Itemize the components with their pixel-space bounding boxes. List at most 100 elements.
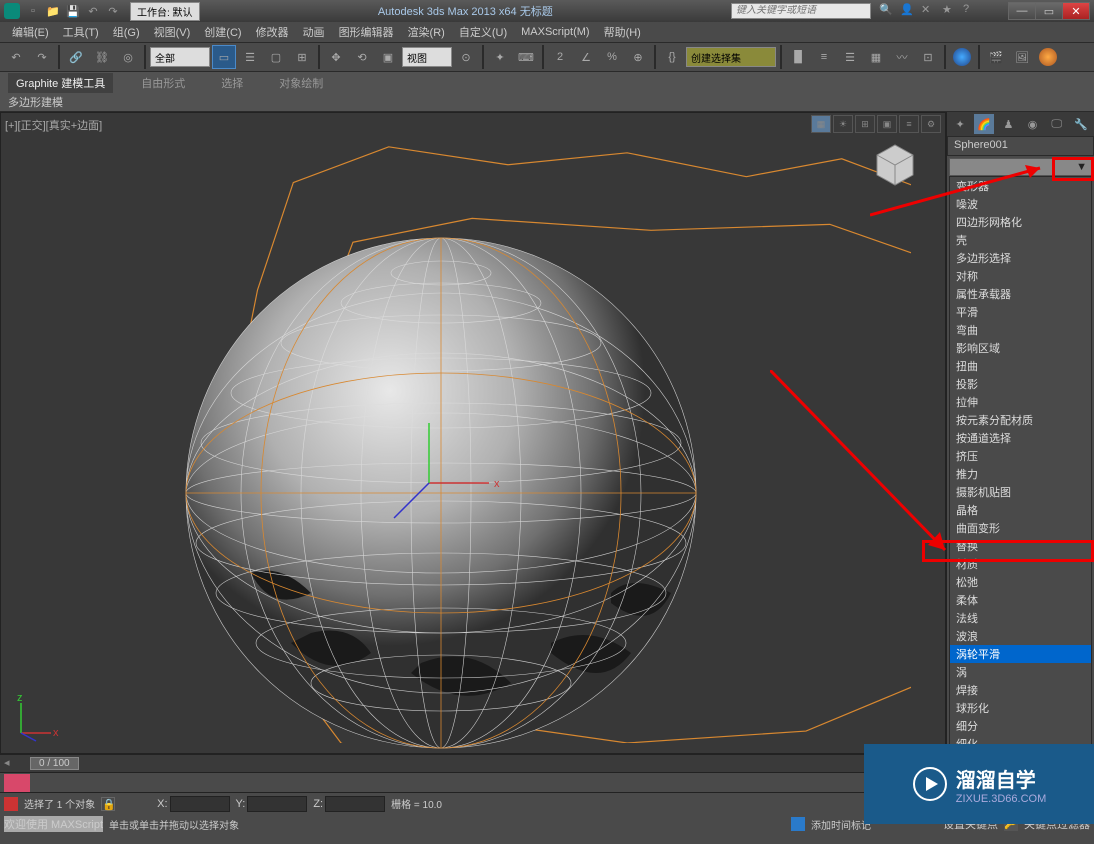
time-tag-icon[interactable] bbox=[791, 817, 805, 831]
addtime-label[interactable]: 添加时间标记 bbox=[811, 817, 871, 832]
window-crossing-button[interactable]: ⊞ bbox=[290, 45, 314, 69]
modifier-item[interactable]: 曲面变形 bbox=[950, 519, 1091, 537]
ribbon-toggle-button[interactable]: ▦ bbox=[864, 45, 888, 69]
ref-coord-dropdown[interactable]: 视图 bbox=[402, 47, 452, 67]
named-selset-button[interactable]: {} bbox=[660, 45, 684, 69]
ribbon-subtab[interactable]: 多边形建模 bbox=[8, 97, 63, 109]
qat-redo-icon[interactable]: ↷ bbox=[104, 3, 122, 19]
ribbon-tab-graphite[interactable]: Graphite 建模工具 bbox=[8, 73, 113, 93]
render-button[interactable] bbox=[1036, 45, 1060, 69]
snap-percent-button[interactable]: % bbox=[600, 45, 624, 69]
modifier-item[interactable]: 投影 bbox=[950, 375, 1091, 393]
infocenter-icon[interactable]: 🔍 bbox=[879, 3, 897, 19]
vp-config-button[interactable]: ⚙ bbox=[921, 115, 941, 133]
snap-2d-button[interactable]: 2 bbox=[548, 45, 572, 69]
vp-shade-button[interactable]: ▦ bbox=[811, 115, 831, 133]
qat-open-icon[interactable]: 📁 bbox=[44, 3, 62, 19]
menu-maxscript[interactable]: MAXScript(M) bbox=[515, 24, 595, 40]
modifier-item[interactable]: 柔体 bbox=[950, 591, 1091, 609]
render-frame-button[interactable]: 🖼 bbox=[1010, 45, 1034, 69]
menu-tools[interactable]: 工具(T) bbox=[57, 22, 105, 42]
menu-group[interactable]: 组(G) bbox=[107, 22, 146, 42]
help-icon[interactable]: ? bbox=[963, 3, 981, 19]
ribbon-tab-paint[interactable]: 对象绘制 bbox=[271, 73, 331, 93]
exchange-icon[interactable]: ✕ bbox=[921, 3, 939, 19]
vp-light-button[interactable]: ☀ bbox=[833, 115, 853, 133]
rotate-button[interactable]: ⟲ bbox=[350, 45, 374, 69]
vp-safe-button[interactable]: ▣ bbox=[877, 115, 897, 133]
menu-graph[interactable]: 图形编辑器 bbox=[333, 22, 400, 42]
lock-icon[interactable] bbox=[4, 797, 18, 811]
modifier-dropdown[interactable]: ▼ bbox=[949, 158, 1092, 176]
modifier-item[interactable]: 弯曲 bbox=[950, 321, 1091, 339]
select-button[interactable]: ▭ bbox=[212, 45, 236, 69]
menu-views[interactable]: 视图(V) bbox=[148, 22, 197, 42]
modifier-item[interactable]: 属性承载器 bbox=[950, 285, 1091, 303]
qat-new-icon[interactable]: ▫ bbox=[24, 3, 42, 19]
modifier-item[interactable]: 材质 bbox=[950, 555, 1091, 573]
menu-rendering[interactable]: 渲染(R) bbox=[402, 22, 451, 42]
modifier-item[interactable]: 晶格 bbox=[950, 501, 1091, 519]
qat-undo-icon[interactable]: ↶ bbox=[84, 3, 102, 19]
modifier-item[interactable]: 按元素分配材质 bbox=[950, 411, 1091, 429]
modifier-item[interactable]: 拉伸 bbox=[950, 393, 1091, 411]
layers-button[interactable]: ☰ bbox=[838, 45, 862, 69]
modifier-list[interactable]: 变形器噪波四边形网格化壳多边形选择对称属性承载器平滑弯曲影响区域扭曲投影拉伸按元… bbox=[949, 176, 1092, 752]
modifier-item[interactable]: 涡轮平滑 bbox=[950, 645, 1091, 663]
modifier-item[interactable]: 波浪 bbox=[950, 627, 1091, 645]
modifier-item[interactable]: 松弛 bbox=[950, 573, 1091, 591]
viewport[interactable]: [+][正交][真实+边面] bbox=[0, 112, 946, 754]
align-button[interactable]: ≡ bbox=[812, 45, 836, 69]
move-button[interactable]: ✥ bbox=[324, 45, 348, 69]
create-tab-icon[interactable]: ✦ bbox=[950, 114, 970, 134]
app-icon[interactable] bbox=[4, 3, 20, 19]
signin-icon[interactable]: 👤 bbox=[900, 3, 918, 19]
pivot-button[interactable]: ⊙ bbox=[454, 45, 478, 69]
modify-tab-icon[interactable]: 🌈 bbox=[974, 114, 994, 134]
search-input[interactable] bbox=[732, 5, 870, 16]
modifier-item[interactable]: 法线 bbox=[950, 609, 1091, 627]
link-button[interactable]: 🔗 bbox=[64, 45, 88, 69]
track-key[interactable] bbox=[4, 774, 30, 792]
object-name-field[interactable]: Sphere001 bbox=[947, 136, 1094, 156]
menu-modifiers[interactable]: 修改器 bbox=[250, 22, 295, 42]
display-tab-icon[interactable]: 🖵 bbox=[1047, 114, 1067, 134]
modifier-item[interactable]: 多边形选择 bbox=[950, 249, 1091, 267]
favorites-icon[interactable]: ★ bbox=[942, 3, 960, 19]
undo-button[interactable]: ↶ bbox=[4, 45, 28, 69]
bind-button[interactable]: ◎ bbox=[116, 45, 140, 69]
menu-customize[interactable]: 自定义(U) bbox=[453, 22, 513, 42]
modifier-item[interactable]: 替换 bbox=[950, 537, 1091, 555]
menu-edit[interactable]: 编辑(E) bbox=[6, 22, 55, 42]
mirror-button[interactable]: ▐▌ bbox=[786, 45, 810, 69]
search-box[interactable] bbox=[731, 3, 871, 19]
modifier-item[interactable]: 焊接 bbox=[950, 681, 1091, 699]
motion-tab-icon[interactable]: ◉ bbox=[1023, 114, 1043, 134]
spinner-snap-button[interactable]: ⊕ bbox=[626, 45, 650, 69]
selection-filter[interactable]: 全部 bbox=[150, 47, 210, 67]
hierarchy-tab-icon[interactable]: ♟ bbox=[998, 114, 1018, 134]
maximize-button[interactable]: ▭ bbox=[1035, 2, 1063, 20]
menu-create[interactable]: 创建(C) bbox=[198, 22, 247, 42]
named-selset-dropdown[interactable]: 创建选择集 bbox=[686, 47, 776, 67]
select-name-button[interactable]: ☰ bbox=[238, 45, 262, 69]
modifier-item[interactable]: 摄影机贴图 bbox=[950, 483, 1091, 501]
snap-angle-button[interactable]: ∠ bbox=[574, 45, 598, 69]
ribbon-tab-selection[interactable]: 选择 bbox=[213, 73, 251, 93]
modifier-item[interactable]: 噪波 bbox=[950, 195, 1091, 213]
menu-help[interactable]: 帮助(H) bbox=[598, 22, 647, 42]
modifier-item[interactable]: 变形器 bbox=[950, 177, 1091, 195]
sphere-object[interactable]: x bbox=[171, 223, 711, 763]
schematic-button[interactable]: ⊡ bbox=[916, 45, 940, 69]
utilities-tab-icon[interactable]: 🔧 bbox=[1071, 114, 1091, 134]
frame-indicator[interactable]: 0 / 100 bbox=[30, 757, 79, 770]
modifier-item[interactable]: 平滑 bbox=[950, 303, 1091, 321]
close-button[interactable]: ✕ bbox=[1062, 2, 1090, 20]
unlink-button[interactable]: ⛓ bbox=[90, 45, 114, 69]
viewcube[interactable] bbox=[865, 133, 925, 193]
modifier-item[interactable]: 影响区域 bbox=[950, 339, 1091, 357]
viewport-label[interactable]: [+][正交][真实+边面] bbox=[5, 117, 102, 133]
ribbon-tab-freeform[interactable]: 自由形式 bbox=[133, 73, 193, 93]
y-input[interactable] bbox=[247, 796, 307, 812]
workspace-selector[interactable]: 工作台: 默认 bbox=[130, 2, 200, 21]
